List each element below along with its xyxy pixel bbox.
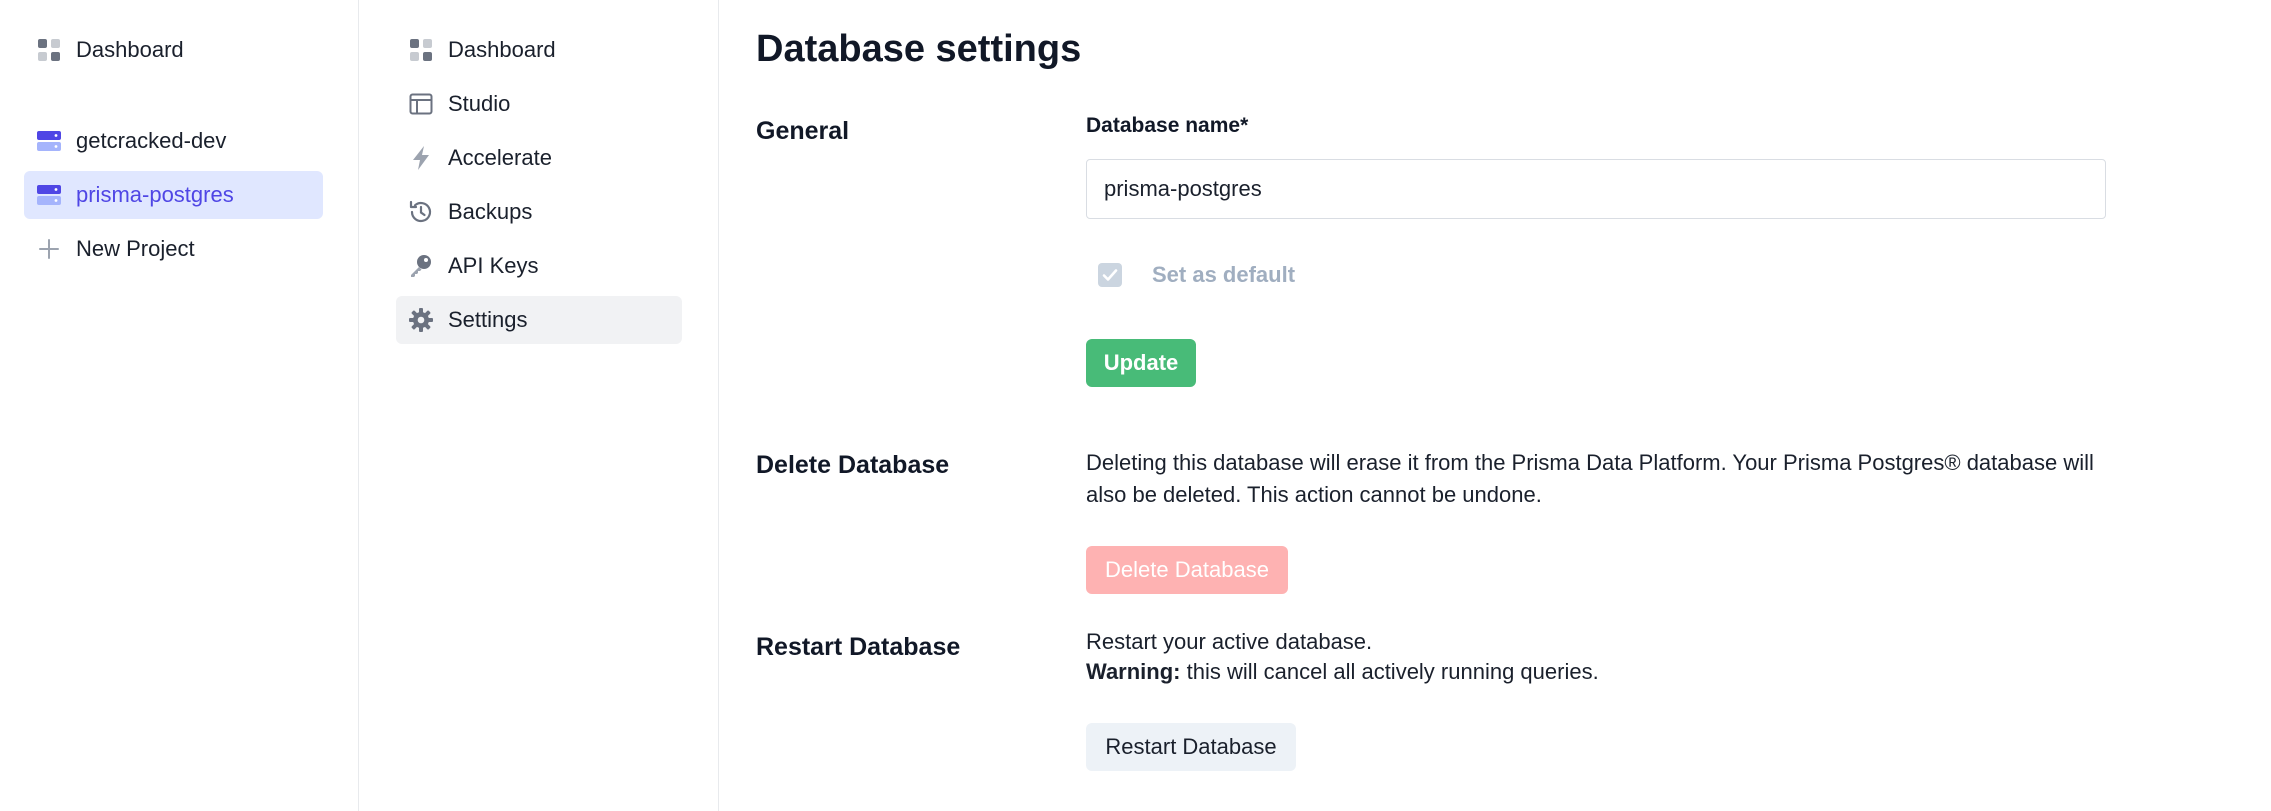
- delete-description: Deleting this database will erase it fro…: [1086, 450, 2094, 507]
- sidebar-dashboard-link[interactable]: Dashboard: [24, 26, 323, 74]
- nav-item-api-keys[interactable]: API Keys: [396, 242, 682, 290]
- database-icon: [36, 182, 62, 208]
- database-name-input[interactable]: [1086, 159, 2106, 219]
- restart-warning: Warning: this will cancel all actively r…: [1086, 657, 2106, 687]
- settings-main: Database settings General Database name*…: [719, 0, 2271, 811]
- nav-item-label: Settings: [448, 307, 528, 332]
- database-icon: [36, 128, 62, 154]
- section-label-delete-database: Delete Database: [756, 451, 950, 479]
- restart-description-block: Restart your active database. Warning: t…: [1086, 627, 2106, 687]
- check-icon: [1102, 269, 1118, 281]
- delete-database-button[interactable]: Delete Database: [1086, 546, 1288, 594]
- set-default-checkbox-row[interactable]: Set as default: [1098, 262, 1295, 288]
- nav-item-label: API Keys: [448, 253, 539, 278]
- nav-item-label: Studio: [448, 91, 511, 116]
- field-label: Database name: [1086, 114, 1241, 137]
- section-label-restart-database: Restart Database: [756, 633, 961, 661]
- nav-item-label: Backups: [448, 199, 533, 224]
- sidebar-dashboard-label: Dashboard: [76, 37, 184, 62]
- section-label-general: General: [756, 117, 850, 145]
- database-name-label: Database name*: [1086, 114, 2106, 138]
- page-title: Database settings: [756, 28, 1082, 70]
- project-sidebar: Dashboard getcracked-dev prisma-postgres…: [0, 0, 359, 811]
- project-label: getcracked-dev: [76, 128, 227, 153]
- nav-item-label: Accelerate: [448, 145, 552, 170]
- restart-description: Restart your active database.: [1086, 629, 1373, 654]
- nav-item-label: Dashboard: [448, 37, 556, 62]
- plus-icon: [36, 236, 62, 262]
- sidebar-project-prisma-postgres[interactable]: prisma-postgres: [24, 171, 323, 219]
- dashboard-icon: [408, 37, 434, 63]
- nav-item-studio[interactable]: Studio: [396, 80, 682, 128]
- database-nav: Dashboard Studio Accelerate Backups API …: [359, 0, 719, 811]
- new-project-label: New Project: [76, 236, 195, 261]
- key-icon: [408, 253, 434, 279]
- nav-item-backups[interactable]: Backups: [396, 188, 682, 236]
- warning-text: this will cancel all actively running qu…: [1180, 659, 1599, 684]
- history-icon: [408, 199, 434, 225]
- set-default-checkbox[interactable]: [1098, 263, 1122, 287]
- update-button[interactable]: Update: [1086, 339, 1196, 387]
- nav-item-settings[interactable]: Settings: [396, 296, 682, 344]
- gear-icon: [408, 307, 434, 333]
- nav-item-accelerate[interactable]: Accelerate: [396, 134, 682, 182]
- set-default-label: Set as default: [1152, 262, 1296, 287]
- warning-label: Warning:: [1086, 659, 1181, 684]
- restart-database-button[interactable]: Restart Database: [1086, 723, 1296, 771]
- studio-icon: [408, 91, 434, 117]
- project-label: prisma-postgres: [76, 182, 234, 207]
- nav-item-dashboard[interactable]: Dashboard: [396, 26, 682, 74]
- bolt-icon: [408, 145, 434, 171]
- required-indicator: *: [1240, 114, 1249, 137]
- sidebar-project-getcracked-dev[interactable]: getcracked-dev: [24, 117, 323, 165]
- dashboard-icon: [36, 37, 62, 63]
- new-project-button[interactable]: New Project: [24, 225, 323, 273]
